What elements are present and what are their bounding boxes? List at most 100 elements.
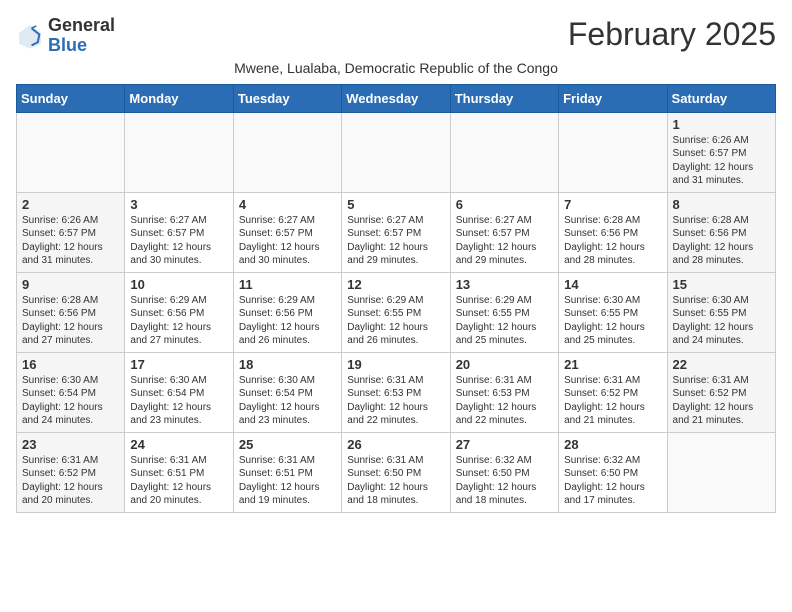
day-info: Sunrise: 6:27 AM Sunset: 6:57 PM Dayligh…	[239, 214, 336, 268]
day-number: 23	[22, 437, 119, 452]
month-title: February 2025	[568, 16, 776, 53]
day-number: 26	[347, 437, 444, 452]
day-number: 14	[564, 277, 661, 292]
day-info: Sunrise: 6:27 AM Sunset: 6:57 PM Dayligh…	[456, 214, 553, 268]
calendar-day-cell: 6 Sunrise: 6:27 AM Sunset: 6:57 PM Daylig…	[450, 192, 558, 272]
calendar-week-row: 1 Sunrise: 6:26 AM Sunset: 6:57 PM Daylig…	[17, 112, 776, 192]
day-number: 16	[22, 357, 119, 372]
day-info: Sunrise: 6:31 AM Sunset: 6:51 PM Dayligh…	[239, 454, 336, 508]
day-number: 21	[564, 357, 661, 372]
calendar-day-cell: 20Sunrise: 6:31 AM Sunset: 6:53 PM Dayli…	[450, 352, 558, 432]
calendar-day-cell	[17, 112, 125, 192]
day-number: 9	[22, 277, 119, 292]
calendar-day-cell: 1 Sunrise: 6:26 AM Sunset: 6:57 PM Daylig…	[667, 112, 775, 192]
day-info: Sunrise: 6:30 AM Sunset: 6:54 PM Dayligh…	[22, 374, 119, 428]
calendar-day-cell: 8Sunrise: 6:28 AM Sunset: 6:56 PM Daylig…	[667, 192, 775, 272]
calendar-day-cell: 7Sunrise: 6:28 AM Sunset: 6:56 PM Daylig…	[559, 192, 667, 272]
day-number: 5	[347, 197, 444, 212]
day-number: 1	[673, 117, 770, 132]
day-number: 11	[239, 277, 336, 292]
day-number: 12	[347, 277, 444, 292]
calendar-day-cell: 12Sunrise: 6:29 AM Sunset: 6:55 PM Dayli…	[342, 272, 450, 352]
weekday-header: Wednesday	[342, 84, 450, 112]
calendar-day-cell	[450, 112, 558, 192]
weekday-header: Friday	[559, 84, 667, 112]
day-number: 25	[239, 437, 336, 452]
calendar-day-cell: 25 Sunrise: 6:31 AM Sunset: 6:51 PM Dayli…	[233, 432, 341, 512]
day-number: 3	[130, 197, 227, 212]
day-number: 7	[564, 197, 661, 212]
logo: General Blue	[16, 16, 115, 56]
day-number: 8	[673, 197, 770, 212]
calendar-day-cell: 15 Sunrise: 6:30 AM Sunset: 6:55 PM Dayli…	[667, 272, 775, 352]
calendar-week-row: 16 Sunrise: 6:30 AM Sunset: 6:54 PM Dayli…	[17, 352, 776, 432]
day-info: Sunrise: 6:32 AM Sunset: 6:50 PM Dayligh…	[564, 454, 661, 508]
logo-text: General Blue	[48, 16, 115, 56]
calendar-day-cell	[559, 112, 667, 192]
calendar-day-cell: 17Sunrise: 6:30 AM Sunset: 6:54 PM Dayli…	[125, 352, 233, 432]
calendar-day-cell: 14 Sunrise: 6:30 AM Sunset: 6:55 PM Dayli…	[559, 272, 667, 352]
calendar-day-cell: 10Sunrise: 6:29 AM Sunset: 6:56 PM Dayli…	[125, 272, 233, 352]
calendar-day-cell: 19 Sunrise: 6:31 AM Sunset: 6:53 PM Dayli…	[342, 352, 450, 432]
day-info: Sunrise: 6:30 AM Sunset: 6:54 PM Dayligh…	[239, 374, 336, 428]
day-info: Sunrise: 6:31 AM Sunset: 6:51 PM Dayligh…	[130, 454, 227, 508]
calendar-day-cell: 24 Sunrise: 6:31 AM Sunset: 6:51 PM Dayli…	[125, 432, 233, 512]
calendar-day-cell: 26 Sunrise: 6:31 AM Sunset: 6:50 PM Dayli…	[342, 432, 450, 512]
calendar-day-cell: 4 Sunrise: 6:27 AM Sunset: 6:57 PM Daylig…	[233, 192, 341, 272]
day-info: Sunrise: 6:29 AM Sunset: 6:56 PM Dayligh…	[130, 294, 227, 348]
day-number: 13	[456, 277, 553, 292]
day-info: Sunrise: 6:26 AM Sunset: 6:57 PM Dayligh…	[673, 134, 770, 188]
subtitle: Mwene, Lualaba, Democratic Republic of t…	[16, 60, 776, 76]
day-info: Sunrise: 6:32 AM Sunset: 6:50 PM Dayligh…	[456, 454, 553, 508]
day-info: Sunrise: 6:27 AM Sunset: 6:57 PM Dayligh…	[347, 214, 444, 268]
day-info: Sunrise: 6:30 AM Sunset: 6:55 PM Dayligh…	[673, 294, 770, 348]
logo-general-text: General	[48, 15, 115, 35]
logo-blue-text: Blue	[48, 35, 87, 55]
calendar-day-cell: 13 Sunrise: 6:29 AM Sunset: 6:55 PM Dayli…	[450, 272, 558, 352]
page-header: General Blue February 2025	[16, 16, 776, 56]
weekday-header: Thursday	[450, 84, 558, 112]
day-info: Sunrise: 6:31 AM Sunset: 6:50 PM Dayligh…	[347, 454, 444, 508]
logo-icon	[16, 22, 44, 50]
day-number: 18	[239, 357, 336, 372]
day-info: Sunrise: 6:30 AM Sunset: 6:54 PM Dayligh…	[130, 374, 227, 428]
calendar-day-cell: 18 Sunrise: 6:30 AM Sunset: 6:54 PM Dayli…	[233, 352, 341, 432]
day-number: 27	[456, 437, 553, 452]
calendar-day-cell	[667, 432, 775, 512]
weekday-header: Monday	[125, 84, 233, 112]
calendar-week-row: 2 Sunrise: 6:26 AM Sunset: 6:57 PM Daylig…	[17, 192, 776, 272]
calendar-day-cell: 21Sunrise: 6:31 AM Sunset: 6:52 PM Dayli…	[559, 352, 667, 432]
calendar-day-cell: 5 Sunrise: 6:27 AM Sunset: 6:57 PM Daylig…	[342, 192, 450, 272]
day-number: 15	[673, 277, 770, 292]
day-info: Sunrise: 6:31 AM Sunset: 6:53 PM Dayligh…	[347, 374, 444, 428]
calendar-day-cell: 2 Sunrise: 6:26 AM Sunset: 6:57 PM Daylig…	[17, 192, 125, 272]
day-info: Sunrise: 6:29 AM Sunset: 6:55 PM Dayligh…	[456, 294, 553, 348]
weekday-header: Sunday	[17, 84, 125, 112]
calendar-day-cell	[125, 112, 233, 192]
day-number: 2	[22, 197, 119, 212]
day-number: 4	[239, 197, 336, 212]
title-section: February 2025	[568, 16, 776, 53]
calendar-day-cell: 22 Sunrise: 6:31 AM Sunset: 6:52 PM Dayli…	[667, 352, 775, 432]
day-info: Sunrise: 6:29 AM Sunset: 6:56 PM Dayligh…	[239, 294, 336, 348]
calendar-day-cell: 11 Sunrise: 6:29 AM Sunset: 6:56 PM Dayli…	[233, 272, 341, 352]
day-number: 24	[130, 437, 227, 452]
calendar-day-cell: 3 Sunrise: 6:27 AM Sunset: 6:57 PM Daylig…	[125, 192, 233, 272]
day-info: Sunrise: 6:26 AM Sunset: 6:57 PM Dayligh…	[22, 214, 119, 268]
day-info: Sunrise: 6:31 AM Sunset: 6:52 PM Dayligh…	[673, 374, 770, 428]
calendar-table: SundayMondayTuesdayWednesdayThursdayFrid…	[16, 84, 776, 513]
calendar-day-cell: 23 Sunrise: 6:31 AM Sunset: 6:52 PM Dayli…	[17, 432, 125, 512]
day-info: Sunrise: 6:31 AM Sunset: 6:52 PM Dayligh…	[22, 454, 119, 508]
day-number: 6	[456, 197, 553, 212]
calendar-day-cell: 27 Sunrise: 6:32 AM Sunset: 6:50 PM Dayli…	[450, 432, 558, 512]
day-number: 20	[456, 357, 553, 372]
weekday-header: Tuesday	[233, 84, 341, 112]
calendar-day-cell: 9Sunrise: 6:28 AM Sunset: 6:56 PM Daylig…	[17, 272, 125, 352]
day-info: Sunrise: 6:30 AM Sunset: 6:55 PM Dayligh…	[564, 294, 661, 348]
weekday-header: Saturday	[667, 84, 775, 112]
day-number: 22	[673, 357, 770, 372]
calendar-day-cell	[342, 112, 450, 192]
calendar-day-cell	[233, 112, 341, 192]
day-number: 19	[347, 357, 444, 372]
day-info: Sunrise: 6:27 AM Sunset: 6:57 PM Dayligh…	[130, 214, 227, 268]
